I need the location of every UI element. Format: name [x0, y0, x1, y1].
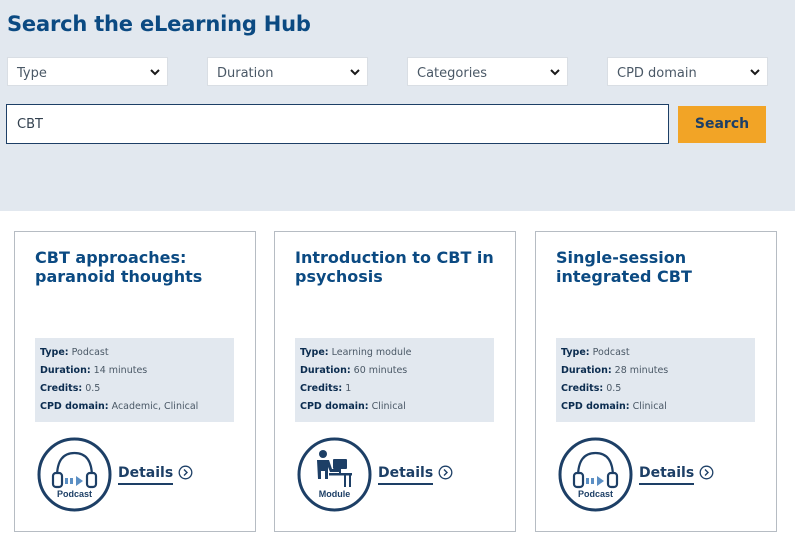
card-meta: Type: Podcast Duration: 14 minutes Credi…: [35, 338, 234, 422]
categories-filter-select[interactable]: Categories: [407, 57, 568, 86]
meta-credits: Credits: 0.5: [40, 383, 101, 394]
card-title[interactable]: CBT approaches: paranoid thoughts: [35, 248, 245, 286]
duration-filter-select[interactable]: Duration: [207, 57, 368, 86]
chevron-right-circle-icon: [178, 465, 193, 480]
chevron-right-circle-icon: [438, 465, 453, 480]
result-card: Introduction to CBT in psychosis Type: L…: [274, 231, 516, 532]
badge-label: Module: [319, 489, 351, 499]
meta-type: Type: Learning module: [300, 347, 412, 358]
type-filter-label: Type: [17, 66, 47, 81]
podcast-badge: Podcast: [558, 437, 633, 512]
meta-duration: Duration: 14 minutes: [40, 365, 148, 376]
chevron-down-icon: [150, 69, 160, 76]
card-title[interactable]: Single-session integrated CBT: [556, 248, 766, 286]
meta-cpd-domain: CPD domain: Academic, Clinical: [40, 401, 199, 412]
badge-label: Podcast: [57, 489, 92, 499]
card-title[interactable]: Introduction to CBT in psychosis: [295, 248, 505, 286]
details-label: Details: [118, 465, 174, 485]
meta-cpd-domain: CPD domain: Clinical: [300, 401, 406, 412]
search-button[interactable]: Search: [678, 106, 766, 143]
module-badge: Module: [297, 437, 372, 512]
card-meta: Type: Podcast Duration: 28 minutes Credi…: [556, 338, 755, 422]
card-meta: Type: Learning module Duration: 60 minut…: [295, 338, 494, 422]
type-filter-select[interactable]: Type: [7, 57, 168, 86]
result-card: Single-session integrated CBT Type: Podc…: [535, 231, 777, 532]
result-card: CBT approaches: paranoid thoughts Type: …: [14, 231, 256, 532]
details-label: Details: [378, 465, 434, 485]
meta-type: Type: Podcast: [40, 347, 109, 358]
chevron-down-icon: [550, 69, 560, 76]
details-link[interactable]: Details: [639, 464, 714, 485]
meta-credits: Credits: 1: [300, 383, 352, 394]
chevron-right-circle-icon: [699, 465, 714, 480]
meta-duration: Duration: 60 minutes: [300, 365, 408, 376]
cpd-domain-filter-label: CPD domain: [617, 66, 697, 81]
badge-label: Podcast: [578, 489, 613, 499]
chevron-down-icon: [750, 69, 760, 76]
details-label: Details: [639, 465, 695, 485]
meta-duration: Duration: 28 minutes: [561, 365, 669, 376]
chevron-down-icon: [350, 69, 360, 76]
meta-cpd-domain: CPD domain: Clinical: [561, 401, 667, 412]
categories-filter-label: Categories: [417, 66, 488, 81]
duration-filter-label: Duration: [217, 66, 274, 81]
search-button-label: Search: [694, 116, 750, 132]
search-panel: Search the eLearning Hub Type Duration C…: [0, 0, 795, 211]
search-input[interactable]: CBT: [6, 104, 669, 144]
podcast-badge: Podcast: [37, 437, 112, 512]
page-title: Search the eLearning Hub: [7, 12, 311, 36]
cpd-domain-filter-select[interactable]: CPD domain: [607, 57, 768, 86]
details-link[interactable]: Details: [118, 464, 193, 485]
meta-credits: Credits: 0.5: [561, 383, 622, 394]
details-link[interactable]: Details: [378, 464, 453, 485]
search-input-value: CBT: [17, 117, 43, 132]
meta-type: Type: Podcast: [561, 347, 630, 358]
